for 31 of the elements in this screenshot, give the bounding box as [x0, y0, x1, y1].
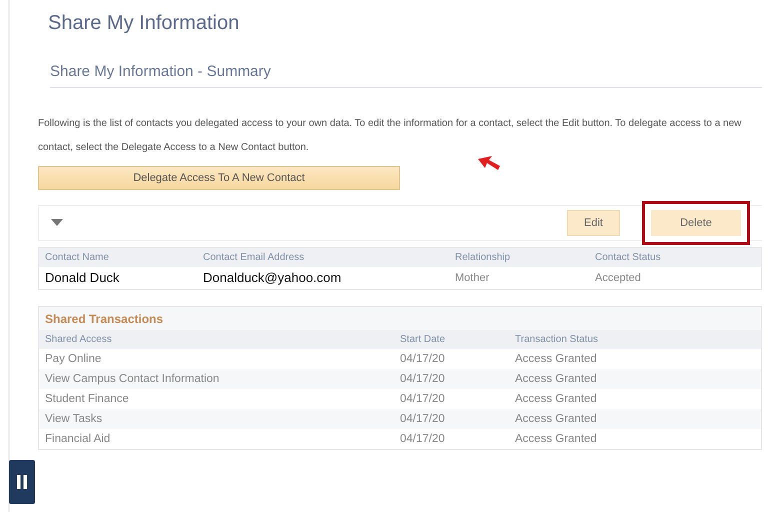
column-header: Start Date	[394, 330, 509, 349]
table-cell: Access Granted	[509, 389, 761, 409]
toolbar-button[interactable]: Delete	[642, 201, 750, 245]
table-cell: 04/17/20	[394, 429, 509, 449]
table-cell-text: Donalduck@yahoo.com	[202, 269, 342, 287]
pointer-arrow-icon	[478, 156, 500, 170]
table-cell: 04/17/20	[394, 389, 509, 409]
column-header: Contact Name	[39, 248, 197, 267]
table-cell: Pay Online	[39, 349, 394, 369]
panel-title: Shared Transactions	[45, 312, 164, 326]
table-cell-text: Accepted	[594, 271, 642, 286]
pause-button[interactable]	[9, 460, 35, 504]
section-title: Share My Information - Summary	[50, 63, 271, 80]
table-cell-text: Donald Duck	[44, 269, 120, 287]
chevron-icon[interactable]	[51, 219, 63, 227]
delegate-access-button[interactable]: Delegate Access To A New Contact	[38, 166, 400, 190]
table-cell: Financial Aid	[39, 429, 394, 449]
column-header: Contact Status	[589, 248, 761, 267]
column-header: Relationship	[449, 248, 589, 267]
instructions-text: Following is the list of contacts you delegated access to your own data. To edit the information for a contact, select the Edit button. To delegate access to a new contact, select the Delegate Access to a New Contact button.	[38, 117, 742, 155]
page-title: Share My Information	[48, 12, 240, 35]
pause-icon	[16, 474, 28, 490]
table-cell: Access Granted	[509, 429, 761, 449]
table-cell: Student Finance	[39, 389, 394, 409]
table-cell-text: Mother	[454, 271, 490, 286]
column-header: Contact Email Address	[197, 248, 449, 267]
column-header: Transaction Status	[509, 330, 761, 349]
toolbar-button[interactable]: Edit	[567, 210, 620, 236]
table-cell: 04/17/20	[394, 349, 509, 369]
column-header: Shared Access	[39, 330, 394, 349]
table-cell: Access Granted	[509, 349, 761, 369]
